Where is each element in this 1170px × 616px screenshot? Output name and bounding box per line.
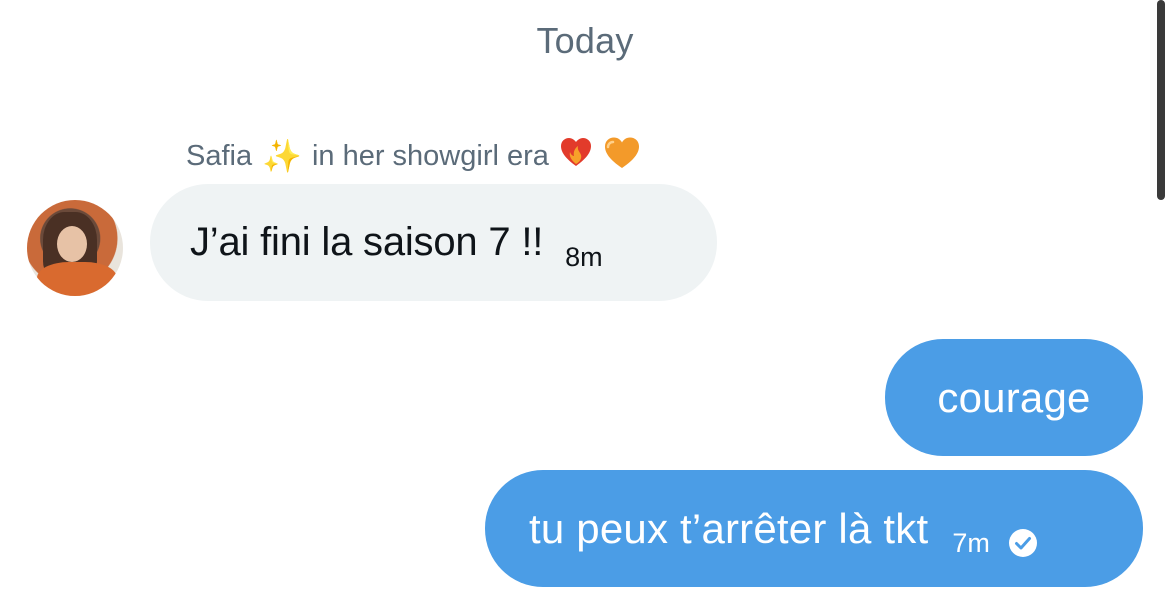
message-text: tu peux t’arrêter là tkt	[529, 504, 929, 552]
outgoing-message-bubble[interactable]: tu peux t’arrêter là tkt 7m	[485, 470, 1143, 587]
avatar-face	[57, 226, 87, 262]
sender-name-suffix: in her showgirl era	[311, 139, 549, 172]
message-text: courage	[937, 373, 1091, 421]
heart-on-fire-icon	[559, 136, 593, 176]
incoming-message-bubble[interactable]: J’ai fini la saison 7 !! 8m	[150, 184, 717, 301]
sparkles-icon: ✨	[262, 137, 302, 175]
check-circle-icon	[1008, 528, 1038, 558]
sender-name: Safia	[186, 139, 253, 172]
avatar[interactable]	[27, 200, 123, 296]
message-text: J’ai fini la saison 7 !!	[190, 220, 544, 264]
dm-conversation: Today Safia ✨ in her showgirl era J’ai f…	[0, 0, 1170, 616]
message-timestamp: 7m	[952, 528, 990, 558]
outgoing-message-bubble[interactable]: courage	[885, 339, 1143, 456]
date-separator: Today	[536, 20, 634, 61]
message-timestamp: 8m	[565, 242, 603, 272]
sender-name-line: Safia ✨ in her showgirl era	[186, 135, 641, 177]
avatar-sweater	[37, 262, 117, 296]
orange-heart-icon	[603, 136, 641, 177]
